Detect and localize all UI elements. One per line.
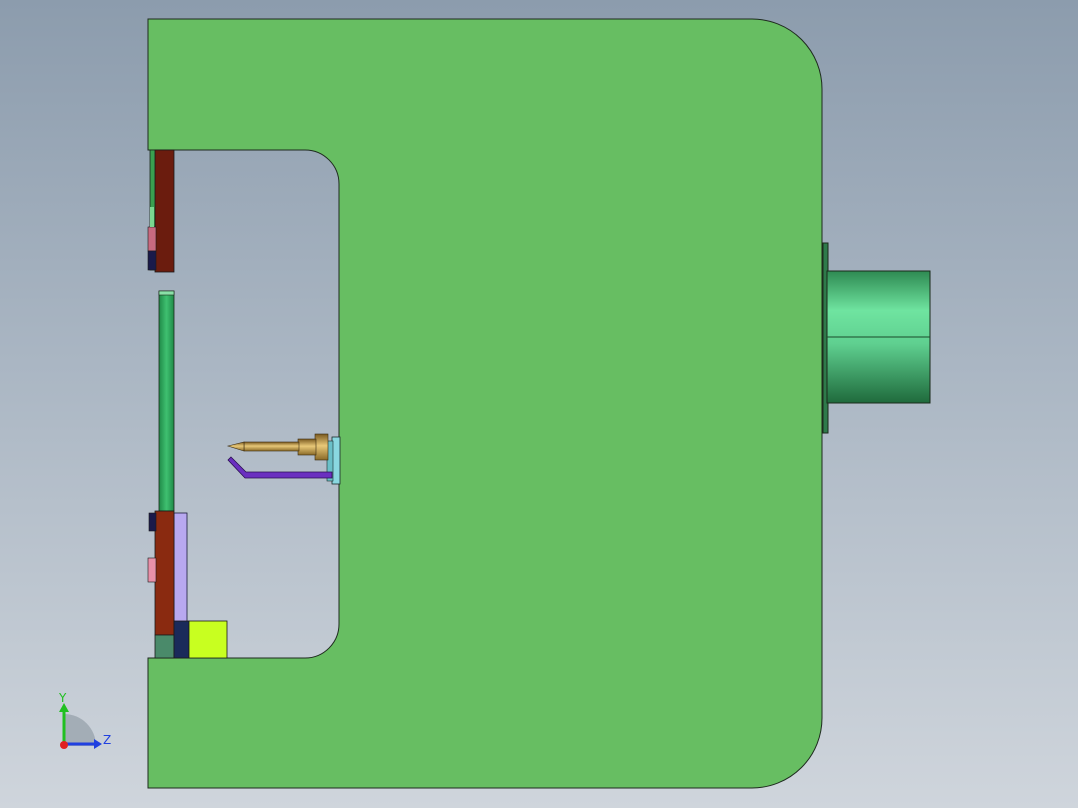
upper-navy-pad[interactable]	[147, 250, 157, 271]
lime-block[interactable]	[188, 620, 228, 659]
y-axis-label: Y	[58, 691, 67, 705]
triad-plane-icon	[64, 714, 96, 746]
upper-pink-pad[interactable]	[147, 226, 157, 252]
lower-bracket[interactable]	[154, 510, 175, 636]
coordinate-triad-icon: Y Z	[58, 691, 111, 749]
tool-shaft[interactable]	[243, 441, 300, 452]
guide-strip-cap	[158, 290, 175, 296]
triad-origin-icon	[60, 741, 68, 749]
c-frame-body[interactable]	[147, 18, 823, 789]
z-axis-arrow-icon	[94, 739, 102, 749]
model-scene[interactable]: Y Z	[0, 0, 1078, 808]
lower-lavender-block[interactable]	[173, 512, 188, 624]
lower-teal-block[interactable]	[154, 634, 175, 659]
guide-strip[interactable]	[158, 290, 175, 512]
upper-light-strip	[150, 207, 154, 227]
upper-bracket[interactable]	[154, 149, 175, 273]
tool-tip[interactable]	[226, 441, 245, 452]
lower-navy-tab[interactable]	[148, 512, 157, 532]
cad-viewport[interactable]: Y Z	[0, 0, 1078, 808]
lower-pink-pad[interactable]	[147, 557, 157, 583]
z-axis-label: Z	[103, 733, 111, 747]
tool-collar[interactable]	[314, 433, 329, 461]
tool-nut[interactable]	[297, 438, 317, 456]
lower-navy-block[interactable]	[173, 620, 190, 659]
